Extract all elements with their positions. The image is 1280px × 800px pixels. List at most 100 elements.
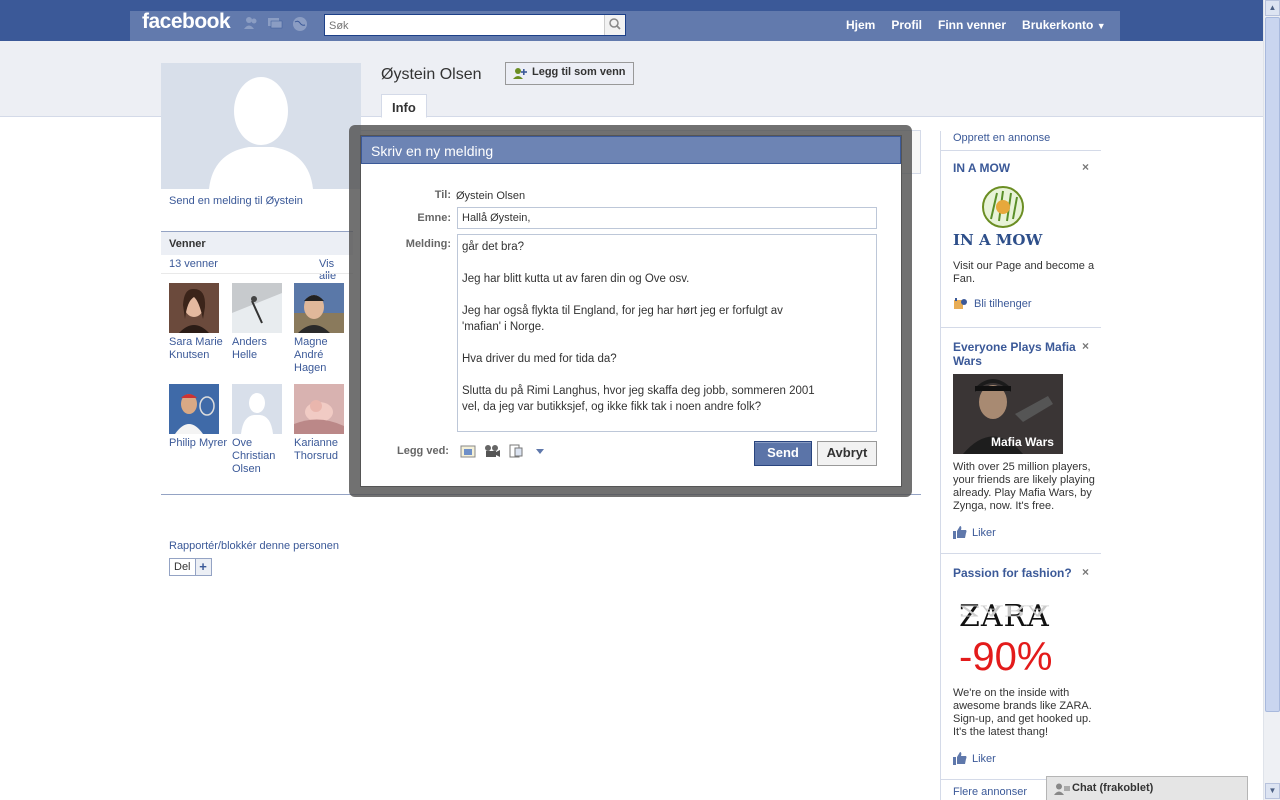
attach-link-icon[interactable] (507, 443, 525, 459)
chevron-down-icon: ▼ (1096, 21, 1106, 31)
create-ad-link[interactable]: Opprett en annonse (953, 132, 1050, 144)
scroll-down-arrow-icon[interactable]: ▼ (1265, 783, 1280, 799)
subject-input[interactable] (457, 207, 877, 229)
messages-icon[interactable] (266, 16, 284, 32)
attach-row: Legg ved: (397, 443, 549, 459)
chat-label: Chat (frakoblet) (1072, 782, 1154, 794)
report-block-link[interactable]: Rapportér/blokkér denne personen (169, 540, 339, 552)
friend-photo[interactable] (294, 283, 344, 333)
to-recipient: Øystein Olsen (456, 190, 526, 202)
scroll-up-arrow-icon[interactable]: ▲ (1265, 0, 1280, 16)
friend-name[interactable]: Ove Christian Olsen (232, 437, 292, 476)
message-line: 'mafian' i Norge. (462, 321, 545, 333)
ad-image-caption: Mafia Wars (991, 435, 1054, 449)
message-line (462, 335, 872, 351)
send-message-link[interactable]: Send en melding til Øystein (169, 195, 303, 207)
share-plus-icon[interactable]: + (194, 559, 211, 575)
message-line (462, 287, 872, 303)
search-icon (609, 18, 621, 30)
ad-image[interactable]: ZARA ZARA -90% (953, 599, 1065, 683)
message-line: Jeg har blitt kutta ut av faren din og O… (462, 273, 690, 285)
add-friend-label: Legg til som venn (532, 66, 626, 78)
ad-logo-text: IN A MOW (953, 231, 1043, 249)
see-all-friends-link[interactable]: Vis alle (319, 258, 353, 282)
message-line (462, 255, 872, 271)
like-link[interactable]: Liker (972, 753, 996, 765)
attach-label: Legg ved: (397, 445, 449, 457)
friends-title: Venner (169, 238, 206, 250)
message-line: Slutta du på Rimi Langhus, hvor jeg skaf… (462, 385, 815, 397)
friend-name[interactable]: Philip Myrer (169, 437, 229, 450)
friend-photo[interactable] (232, 384, 282, 434)
friend-item[interactable]: Anders Helle (232, 283, 292, 362)
close-icon[interactable]: × (1082, 565, 1089, 579)
nav-account-label: Brukerkonto (1022, 18, 1094, 32)
like-link[interactable]: Liker (972, 527, 996, 539)
like-action[interactable]: Liker (953, 752, 996, 765)
share-button[interactable]: Del (170, 559, 195, 575)
friend-photo[interactable] (294, 384, 344, 434)
message-line: Jeg har også flykta til England, for jeg… (462, 305, 783, 317)
ads-column: Opprett en annonse IN A MOW × IN A MOW V… (940, 131, 1101, 800)
more-ads-link[interactable]: Flere annonser (953, 786, 1027, 798)
tab-info[interactable]: Info (381, 94, 427, 118)
friend-photo[interactable] (232, 283, 282, 333)
close-icon[interactable]: × (1082, 339, 1089, 353)
friend-requests-icon[interactable] (242, 16, 260, 32)
friend-name[interactable]: Karianne Thorsrud (294, 437, 354, 463)
nav-account[interactable]: Brukerkonto ▼ (1014, 18, 1114, 32)
share-widget: Del + (169, 558, 212, 576)
friend-item[interactable]: Karianne Thorsrud (294, 384, 354, 463)
chevron-down-icon[interactable] (531, 443, 549, 459)
attach-video-icon[interactable] (483, 443, 501, 459)
ad-title[interactable]: IN A MOW (953, 161, 1083, 175)
ad-image[interactable]: IN A MOW (953, 181, 1053, 251)
message-line: vel, da jeg var butikksjef, og ikke fikk… (462, 401, 762, 413)
scrollbar-thumb[interactable] (1265, 17, 1280, 712)
friend-item[interactable]: Philip Myrer (169, 384, 229, 450)
friend-photo[interactable] (169, 283, 219, 333)
silhouette-icon (232, 384, 282, 434)
thumbs-up-icon (953, 752, 967, 765)
search-button[interactable] (604, 15, 625, 35)
send-button[interactable]: Send (754, 441, 812, 466)
ad-title[interactable]: Passion for fashion? (953, 566, 1083, 580)
notifications-globe-icon[interactable] (291, 16, 309, 32)
thumbs-up-icon (953, 526, 967, 539)
chat-bar[interactable]: Chat (frakoblet) (1046, 776, 1248, 800)
friend-photo[interactable] (169, 384, 219, 434)
friend-name[interactable]: Anders Helle (232, 336, 292, 362)
friend-name[interactable]: Magne André Hagen (294, 336, 354, 375)
close-icon[interactable]: × (1082, 160, 1089, 174)
facebook-logo[interactable]: facebook (142, 10, 231, 34)
chat-offline-icon (1054, 783, 1070, 795)
scrollbar[interactable]: ▲ ▼ (1263, 0, 1280, 800)
cancel-button[interactable]: Avbryt (817, 441, 877, 466)
attach-photo-icon[interactable] (459, 443, 477, 459)
message-textarea[interactable]: går det bra? Jeg har blitt kutta ut av f… (457, 234, 877, 432)
dialog-title: Skriv en ny melding (371, 143, 494, 159)
divider (161, 273, 353, 274)
become-fan-link[interactable]: Bli tilhenger (974, 298, 1031, 310)
divider (941, 327, 1101, 328)
friends-count-link[interactable]: 13 venner (169, 258, 218, 270)
friend-name[interactable]: Sara Marie Knutsen (169, 336, 229, 362)
subject-label: Emne: (417, 212, 451, 224)
new-message-dialog: Skriv en ny melding Til: Øystein Olsen E… (360, 135, 902, 487)
add-friend-button[interactable]: Legg til som venn (505, 62, 634, 85)
ad-text: We're on the inside with awesome brands … (953, 687, 1092, 738)
friend-item[interactable]: Ove Christian Olsen (232, 384, 292, 476)
ad-image[interactable]: Mafia Wars (953, 374, 1063, 454)
search-input[interactable] (329, 18, 599, 33)
silhouette-icon (161, 63, 361, 189)
nav-profile[interactable]: Profil (883, 18, 930, 32)
ad-title[interactable]: Everyone Plays Mafia Wars (953, 340, 1083, 368)
become-fan-action[interactable]: Bli tilhenger (953, 297, 1031, 311)
nav-find-friends[interactable]: Finn venner (930, 18, 1014, 32)
like-action[interactable]: Liker (953, 526, 996, 539)
friend-item[interactable]: Magne André Hagen (294, 283, 354, 375)
friend-item[interactable]: Sara Marie Knutsen (169, 283, 229, 362)
nav-home[interactable]: Hjem (838, 18, 883, 32)
message-line: Hva driver du med for tida da? (462, 353, 617, 365)
profile-picture[interactable] (161, 63, 361, 189)
